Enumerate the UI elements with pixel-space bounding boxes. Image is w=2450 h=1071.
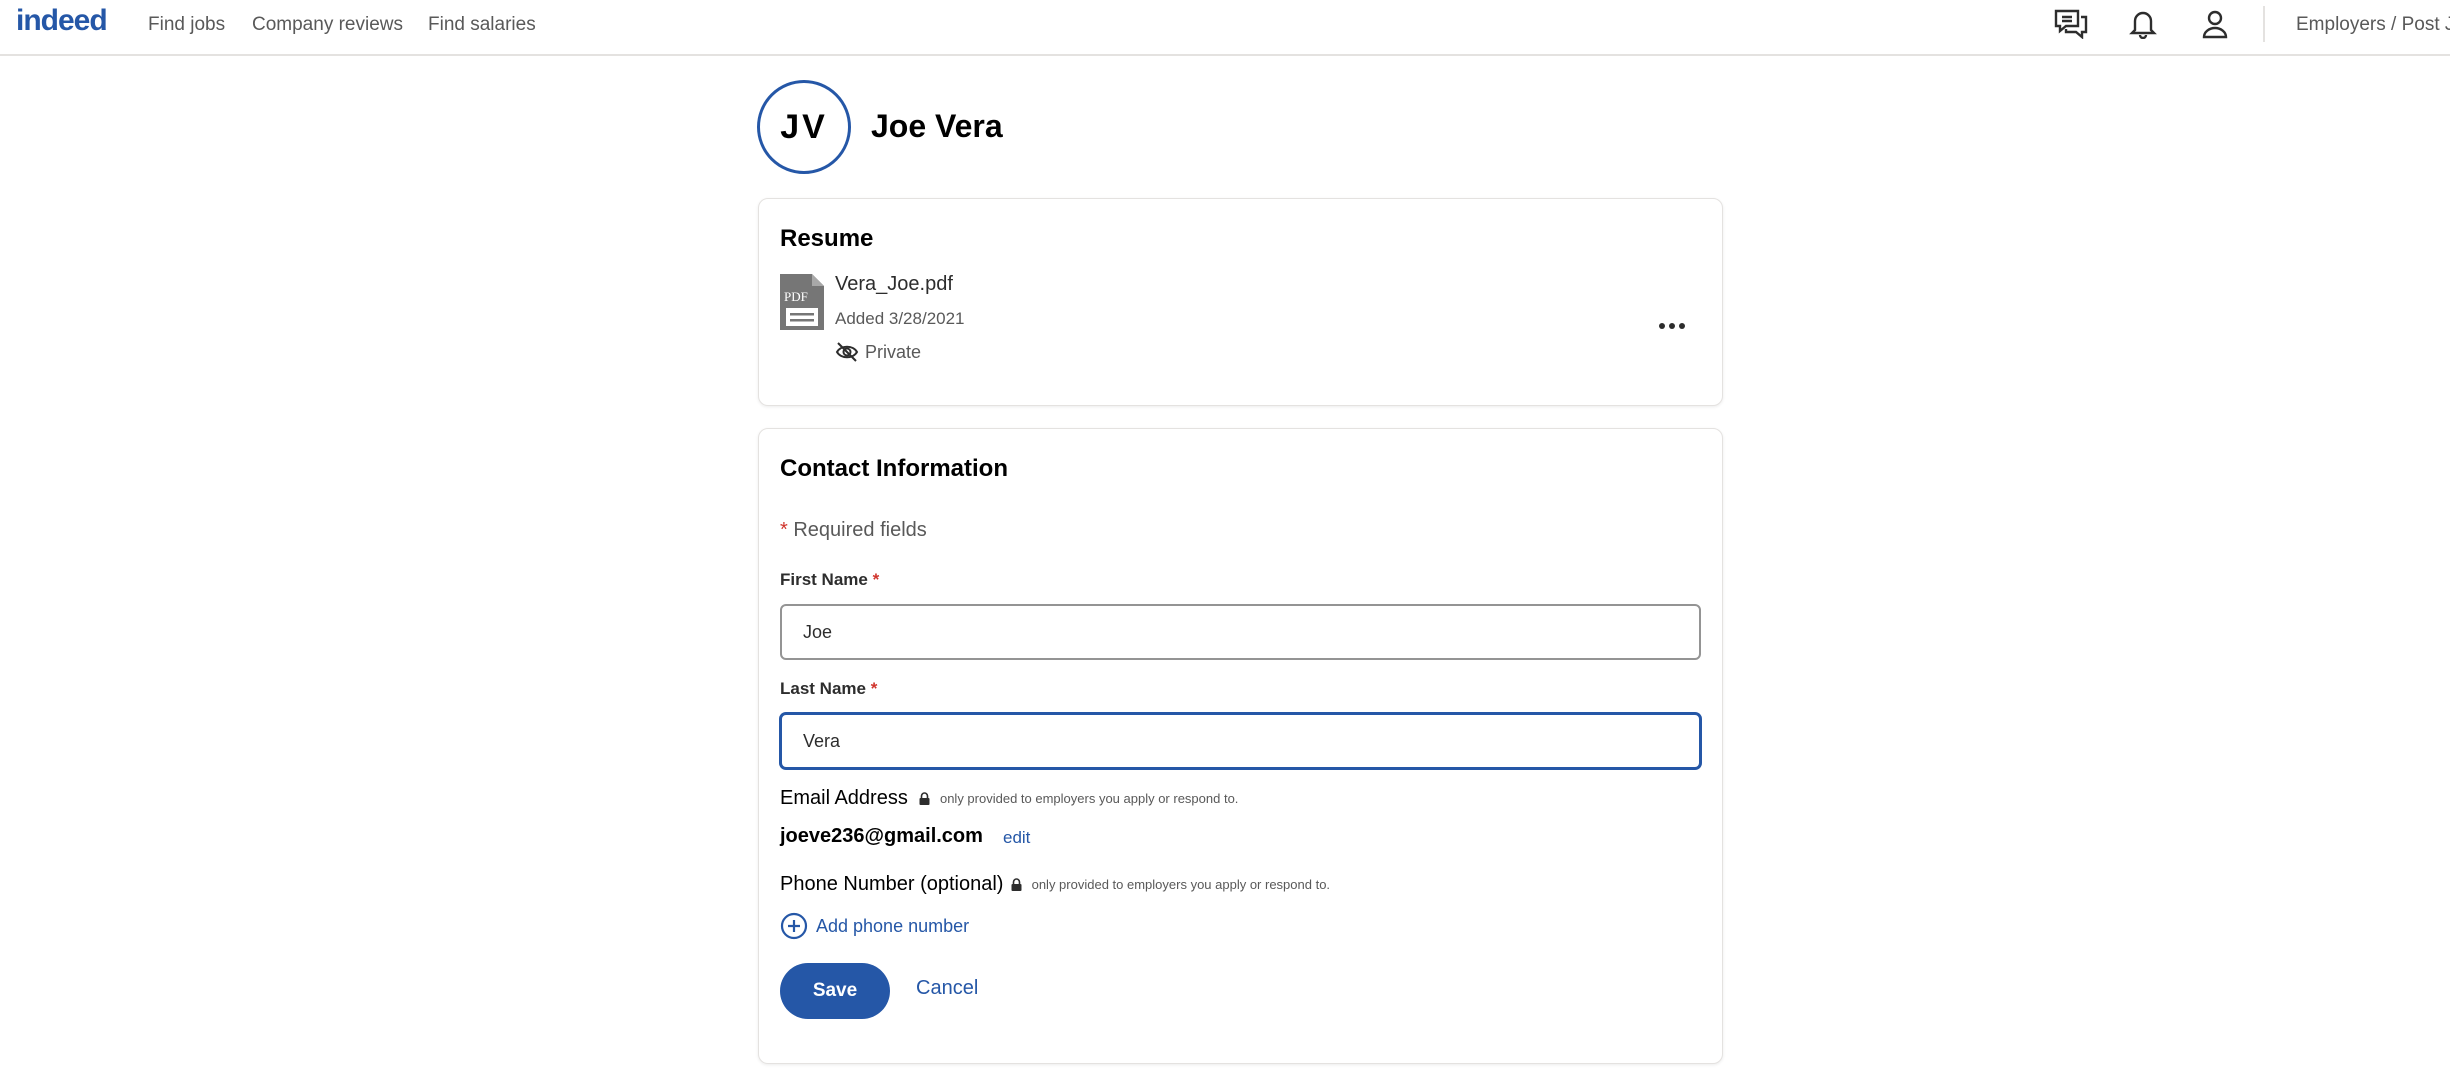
eye-slash-icon: [835, 342, 859, 362]
phone-privacy-note: only provided to employers you apply or …: [1031, 877, 1331, 893]
first-name-label: First Name *: [780, 570, 880, 589]
required-star: *: [780, 519, 788, 541]
messages-icon[interactable]: [2053, 6, 2089, 42]
last-name-input[interactable]: [780, 713, 1701, 769]
more-horizontal-icon[interactable]: [1652, 311, 1692, 341]
contact-information-card: Contact Information * Required fields Fi…: [758, 428, 1723, 1064]
contact-section-title: Contact Information: [780, 455, 1008, 482]
edit-email-link[interactable]: edit: [1003, 828, 1030, 848]
pdf-file-icon: PDF: [780, 274, 824, 330]
nav-find-salaries[interactable]: Find salaries: [428, 14, 536, 36]
profile-name: Joe Vera: [871, 108, 1003, 144]
top-header: indeed Find jobs Company reviews Find sa…: [0, 0, 2450, 56]
resume-added-date: Added 3/28/2021: [835, 309, 965, 328]
resume-file-name[interactable]: Vera_Joe.pdf: [835, 273, 953, 296]
avatar: JV: [757, 80, 851, 174]
cancel-button[interactable]: Cancel: [916, 977, 978, 1000]
required-fields-note: * Required fields: [780, 519, 927, 542]
phone-number-label: Phone Number (optional) only provided to…: [780, 873, 1331, 895]
lock-icon: [919, 792, 930, 806]
plus-circle-icon: [780, 912, 808, 940]
resume-card: Resume PDF Vera_Joe.pdf Added 3/28/2021 …: [758, 198, 1723, 406]
lock-icon: [1011, 878, 1022, 892]
email-value: joeve236@gmail.com: [780, 825, 983, 847]
resume-visibility-label: Private: [865, 342, 922, 362]
resume-section-title: Resume: [780, 225, 874, 252]
svg-text:PDF: PDF: [784, 289, 808, 304]
first-name-input[interactable]: [780, 604, 1701, 660]
nav-company-reviews[interactable]: Company reviews: [252, 14, 403, 36]
add-phone-number-button[interactable]: Add phone number: [780, 911, 969, 941]
add-phone-number-label: Add phone number: [816, 915, 970, 936]
indeed-logo[interactable]: indeed: [16, 4, 108, 38]
email-privacy-note: only provided to employers you apply or …: [939, 791, 1239, 807]
required-fields-text: Required fields: [793, 519, 927, 541]
notifications-bell-icon[interactable]: [2125, 6, 2161, 42]
header-divider: [2263, 6, 2265, 42]
nav-find-jobs[interactable]: Find jobs: [148, 14, 225, 36]
email-address-label: Email Address only provided to employers…: [780, 787, 1239, 809]
last-name-label: Last Name *: [780, 679, 878, 698]
profile-icon[interactable]: [2197, 6, 2233, 42]
employers-post-job-link[interactable]: Employers / Post Job: [2296, 14, 2450, 36]
save-button[interactable]: Save: [780, 963, 890, 1019]
